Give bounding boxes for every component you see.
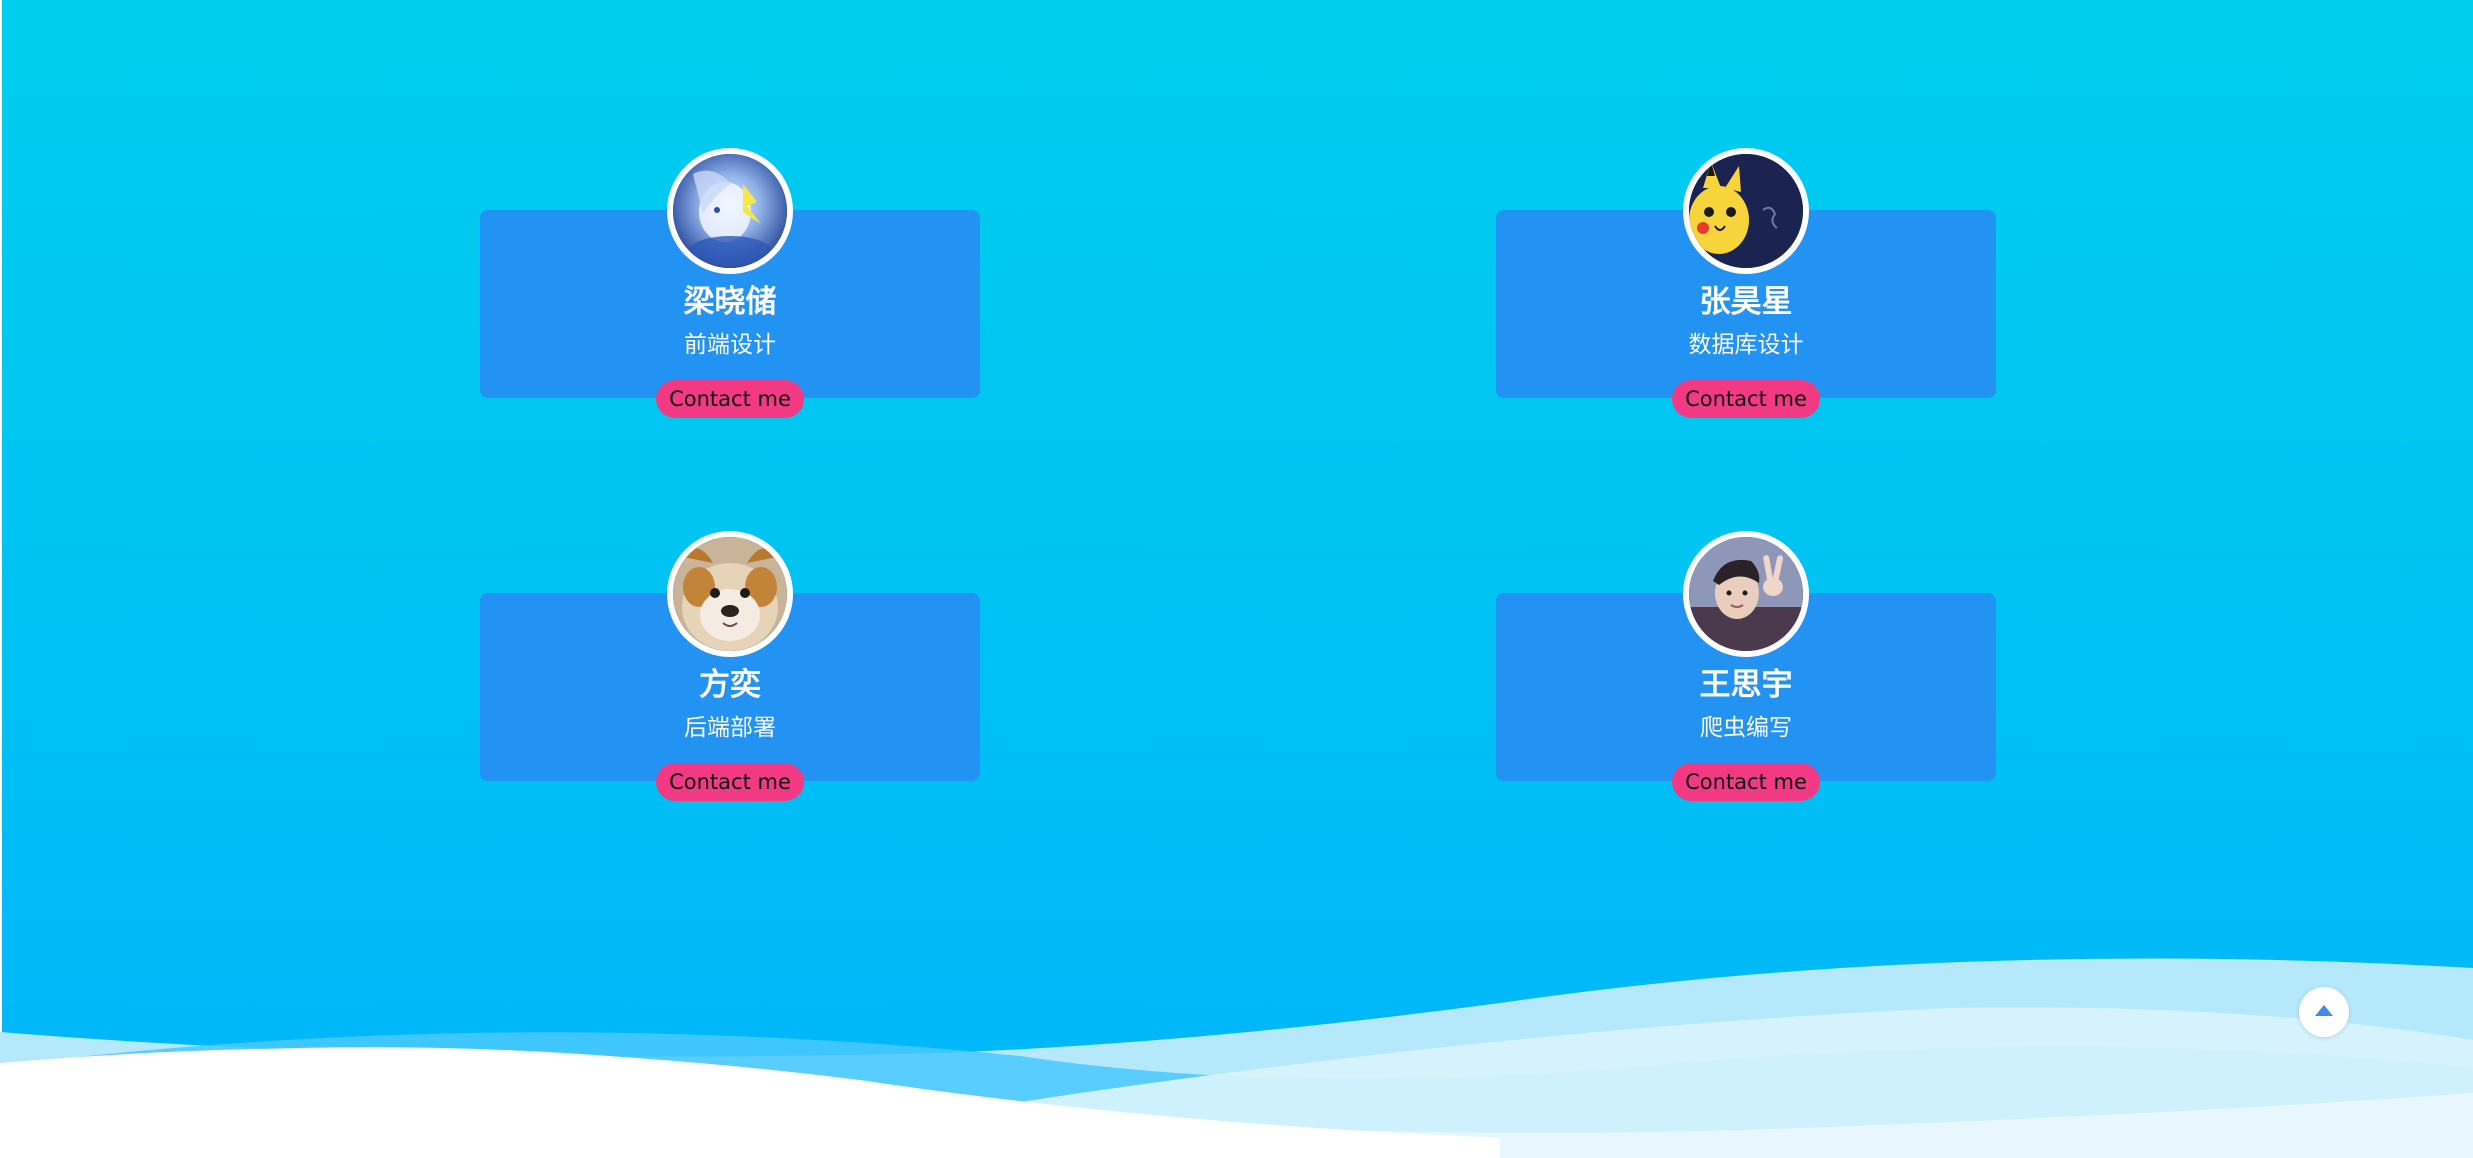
member-name: 方奕 bbox=[699, 667, 761, 703]
person-peace-sign-avatar bbox=[1683, 531, 1809, 657]
contact-me-button[interactable]: Contact me bbox=[1672, 763, 1820, 801]
back-to-top-button[interactable] bbox=[2299, 987, 2349, 1037]
member-role: 前端设计 bbox=[684, 332, 776, 358]
dog-avatar bbox=[667, 531, 793, 657]
member-card-3: 方奕 后端部署 Contact me bbox=[480, 531, 980, 801]
anime-character-avatar-image bbox=[673, 154, 787, 268]
member-role: 后端部署 bbox=[684, 715, 776, 741]
member-name: 张昊星 bbox=[1699, 284, 1793, 320]
member-card-2: 张昊星 数据库设计 Contact me bbox=[1496, 148, 1996, 418]
pikachu-avatar bbox=[1683, 148, 1809, 274]
member-name: 王思宇 bbox=[1699, 667, 1793, 703]
member-name: 梁晓储 bbox=[683, 284, 777, 320]
anime-character-avatar bbox=[667, 148, 793, 274]
caret-up-icon bbox=[2315, 1005, 2333, 1016]
contact-me-button[interactable]: Contact me bbox=[1672, 380, 1820, 418]
member-role: 爬虫编写 bbox=[1700, 715, 1792, 741]
member-card-4: 王思宇 爬虫编写 Contact me bbox=[1496, 531, 1996, 801]
member-role: 数据库设计 bbox=[1688, 332, 1804, 358]
contact-me-button[interactable]: Contact me bbox=[656, 763, 804, 801]
member-card-1: 梁晓储 前端设计 Contact me bbox=[480, 148, 980, 418]
person-peace-sign-avatar-image bbox=[1689, 537, 1803, 651]
dog-avatar-image bbox=[673, 537, 787, 651]
contact-me-button[interactable]: Contact me bbox=[656, 380, 804, 418]
pikachu-avatar-image bbox=[1689, 154, 1803, 268]
decorative-waves bbox=[0, 958, 2473, 1158]
